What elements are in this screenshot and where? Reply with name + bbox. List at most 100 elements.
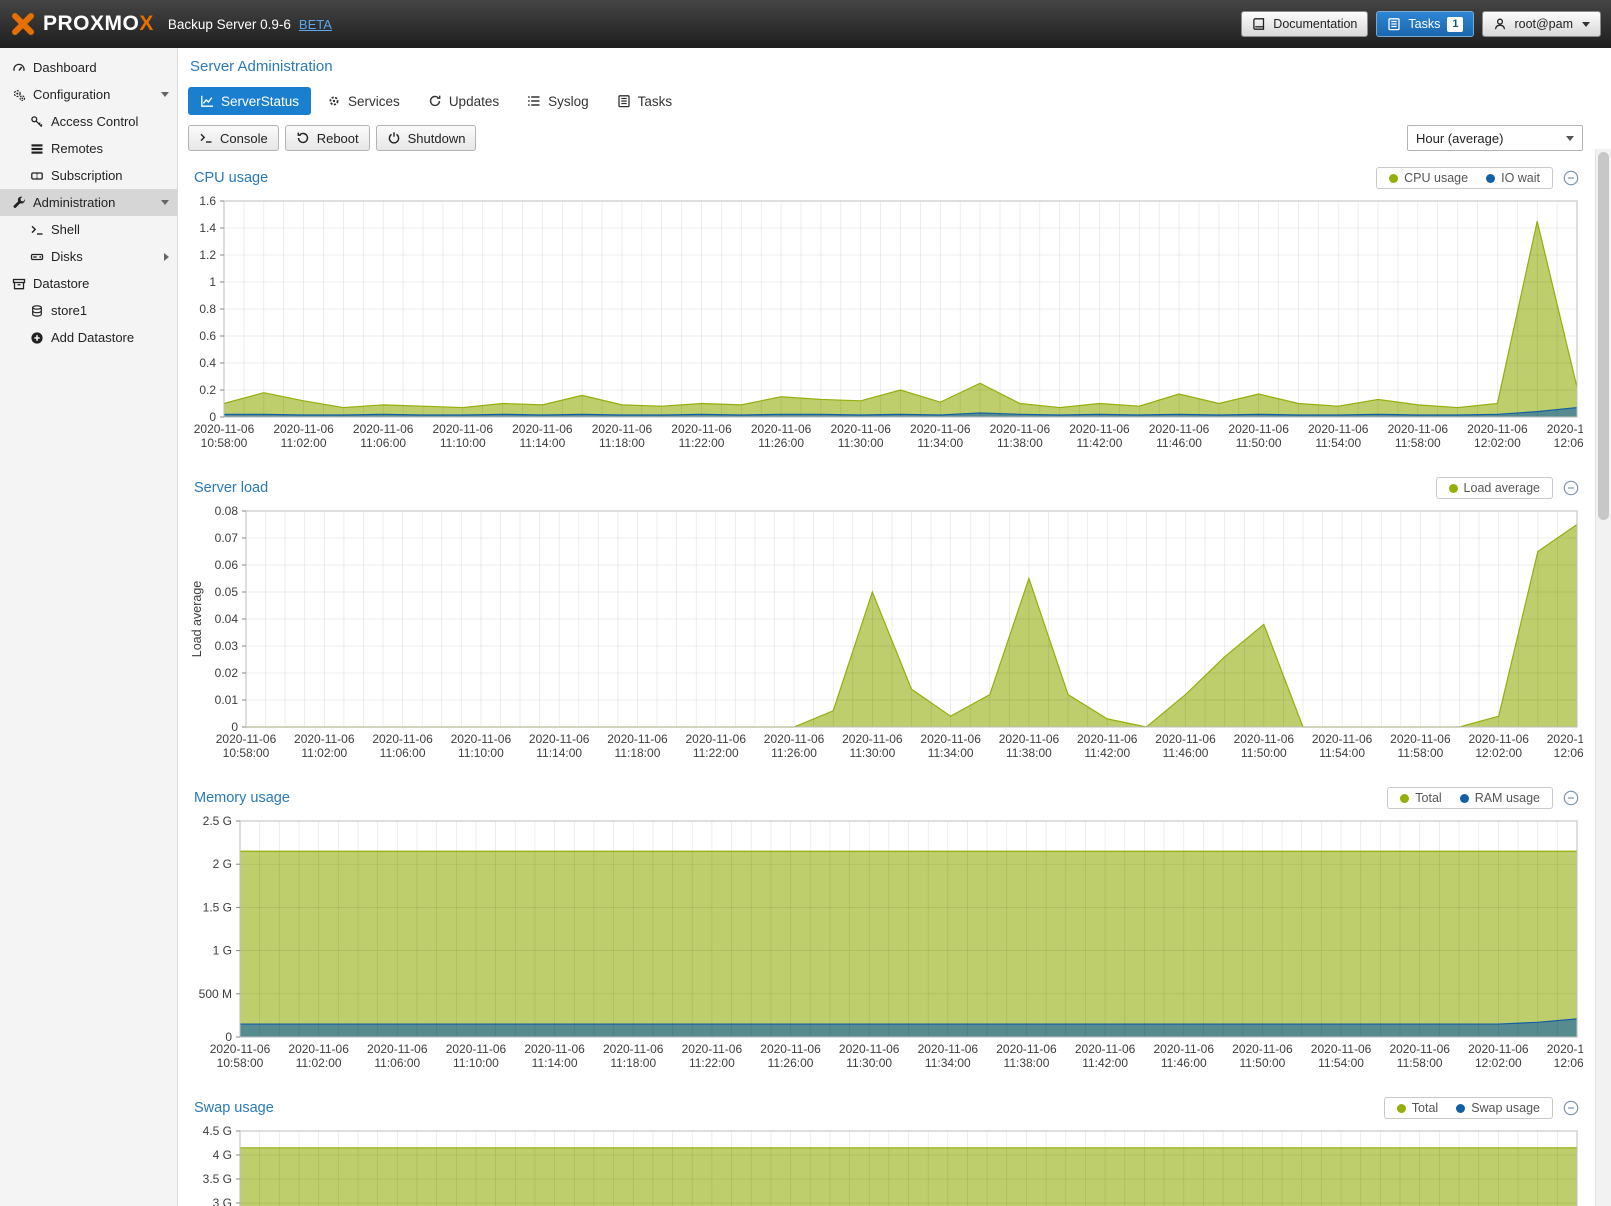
sidebar-item-shell[interactable]: Shell xyxy=(0,216,177,243)
tab-syslog[interactable]: Syslog xyxy=(515,87,601,115)
tab-updates[interactable]: Updates xyxy=(416,87,511,115)
server-load-chart: 00.010.020.030.040.050.060.070.082020-11… xyxy=(188,503,1583,765)
svg-text:11:50:00: 11:50:00 xyxy=(1239,1056,1285,1070)
svg-text:2020-11-06: 2020-11-06 xyxy=(764,732,825,746)
svg-text:2 G: 2 G xyxy=(213,857,232,871)
chart-legend: Total Swap usage xyxy=(1384,1097,1553,1119)
tab-tasks[interactable]: Tasks xyxy=(605,87,685,115)
svg-text:2020-11-06: 2020-11-06 xyxy=(686,732,747,746)
sidebar-item-add-datastore[interactable]: Add Datastore xyxy=(0,324,177,351)
sidebar-item-dashboard[interactable]: Dashboard xyxy=(0,54,177,81)
gauge-icon xyxy=(12,61,26,75)
svg-text:11:54:00: 11:54:00 xyxy=(1318,1056,1364,1070)
ticket-icon xyxy=(30,169,44,183)
remotes-list-icon xyxy=(30,142,44,156)
user-menu-button[interactable]: root@pam xyxy=(1482,11,1601,37)
legend-item[interactable]: Load average xyxy=(1449,481,1540,495)
sidebar-item-administration[interactable]: Administration xyxy=(0,189,177,216)
panel-header: CPU usage CPU usage IO wait xyxy=(188,163,1583,193)
svg-text:2020-11-06: 2020-11-06 xyxy=(603,1042,664,1056)
time-range-select[interactable]: Hour (average) xyxy=(1407,125,1583,151)
chevron-down-icon xyxy=(1566,136,1574,141)
collapse-panel-icon[interactable] xyxy=(1563,790,1579,806)
svg-text:1.2: 1.2 xyxy=(199,248,216,262)
chart-line-icon xyxy=(200,94,214,108)
svg-text:11:38:00: 11:38:00 xyxy=(1006,746,1052,760)
sidebar-item-disks[interactable]: Disks xyxy=(0,243,177,270)
sidebar-item-remotes[interactable]: Remotes xyxy=(0,135,177,162)
svg-text:12:06:00: 12:06:00 xyxy=(1554,436,1583,450)
legend-item[interactable]: Total xyxy=(1397,1101,1438,1115)
sidebar-item-configuration[interactable]: Configuration xyxy=(0,81,177,108)
console-button[interactable]: Console xyxy=(188,125,279,151)
svg-text:11:02:00: 11:02:00 xyxy=(281,436,327,450)
svg-text:2020-11-06: 2020-11-06 xyxy=(367,1042,428,1056)
svg-text:2020-11-06: 2020-11-06 xyxy=(1311,1042,1372,1056)
legend-item[interactable]: Swap usage xyxy=(1456,1101,1540,1115)
documentation-button[interactable]: Documentation xyxy=(1241,11,1368,37)
svg-text:11:42:00: 11:42:00 xyxy=(1084,746,1130,760)
svg-text:Load average: Load average xyxy=(190,581,204,658)
svg-text:11:18:00: 11:18:00 xyxy=(599,436,645,450)
legend-item[interactable]: Total xyxy=(1400,791,1441,805)
svg-text:1.6: 1.6 xyxy=(199,194,216,208)
svg-text:2020-11-06: 2020-11-06 xyxy=(372,732,433,746)
svg-text:0.01: 0.01 xyxy=(215,693,239,707)
scrollbar-thumb[interactable] xyxy=(1598,152,1609,520)
hdd-icon xyxy=(30,250,44,264)
svg-text:0.4: 0.4 xyxy=(199,356,216,370)
vertical-scrollbar[interactable] xyxy=(1595,149,1611,1206)
svg-text:11:50:00: 11:50:00 xyxy=(1241,746,1287,760)
svg-text:2020-11-06: 2020-11-06 xyxy=(433,422,494,436)
svg-text:11:50:00: 11:50:00 xyxy=(1236,436,1282,450)
chart-legend: Total RAM usage xyxy=(1387,787,1553,809)
svg-text:3 G: 3 G xyxy=(213,1196,232,1206)
chevron-down-icon xyxy=(161,92,169,97)
svg-text:2020-11-06: 2020-11-06 xyxy=(1468,1042,1529,1056)
svg-text:4 G: 4 G xyxy=(213,1148,232,1162)
panel-header: Server load Load average xyxy=(188,473,1583,503)
chevron-down-icon xyxy=(1582,22,1590,27)
tab-services[interactable]: Services xyxy=(315,87,412,115)
svg-text:2020-11-06: 2020-11-06 xyxy=(1149,422,1210,436)
svg-text:11:26:00: 11:26:00 xyxy=(768,1056,814,1070)
svg-text:11:26:00: 11:26:00 xyxy=(758,436,804,450)
collapse-panel-icon[interactable] xyxy=(1563,170,1579,186)
cpu-usage-chart: 00.20.40.60.811.21.41.62020-11-0610:58:0… xyxy=(188,193,1583,455)
legend-item[interactable]: IO wait xyxy=(1486,171,1540,185)
collapse-panel-icon[interactable] xyxy=(1563,1100,1579,1116)
svg-text:2020-11-06: 2020-11-06 xyxy=(451,732,512,746)
svg-text:2020-11-06: 2020-11-06 xyxy=(1232,1042,1293,1056)
svg-text:11:06:00: 11:06:00 xyxy=(360,436,406,450)
swap-usage-panel: Swap usage Total Swap usage 0500 M1 G1.5… xyxy=(188,1093,1583,1206)
svg-text:2020-11-06: 2020-11-06 xyxy=(273,422,334,436)
tasks-button[interactable]: Tasks 1 xyxy=(1376,11,1474,37)
sidebar-item-store1[interactable]: store1 xyxy=(0,297,177,324)
panel-title: Server load xyxy=(188,480,268,496)
svg-text:11:06:00: 11:06:00 xyxy=(374,1056,420,1070)
shutdown-button[interactable]: Shutdown xyxy=(376,125,477,151)
svg-text:0.07: 0.07 xyxy=(215,531,239,545)
sidebar-item-access-control[interactable]: Access Control xyxy=(0,108,177,135)
terminal-icon xyxy=(199,131,213,145)
legend-dot xyxy=(1397,1104,1406,1113)
svg-text:11:26:00: 11:26:00 xyxy=(771,746,817,760)
legend-item[interactable]: RAM usage xyxy=(1460,791,1540,805)
svg-text:2020-11-06: 2020-11-06 xyxy=(607,732,668,746)
reboot-button[interactable]: Reboot xyxy=(285,125,370,151)
svg-text:11:02:00: 11:02:00 xyxy=(296,1056,342,1070)
svg-text:11:34:00: 11:34:00 xyxy=(928,746,974,760)
panel-header: Memory usage Total RAM usage xyxy=(188,783,1583,813)
collapse-panel-icon[interactable] xyxy=(1563,480,1579,496)
svg-text:12:02:00: 12:02:00 xyxy=(1475,746,1522,760)
beta-link[interactable]: BETA xyxy=(299,17,332,32)
legend-item[interactable]: CPU usage xyxy=(1389,171,1468,185)
proxmox-x-icon xyxy=(10,11,36,37)
svg-text:11:02:00: 11:02:00 xyxy=(301,746,347,760)
tab-serverstatus[interactable]: ServerStatus xyxy=(188,87,311,115)
sidebar-item-datastore[interactable]: Datastore xyxy=(0,270,177,297)
chart-legend: CPU usage IO wait xyxy=(1376,167,1553,189)
svg-text:11:10:00: 11:10:00 xyxy=(440,436,486,450)
svg-text:11:42:00: 11:42:00 xyxy=(1077,436,1123,450)
sidebar-item-subscription[interactable]: Subscription xyxy=(0,162,177,189)
